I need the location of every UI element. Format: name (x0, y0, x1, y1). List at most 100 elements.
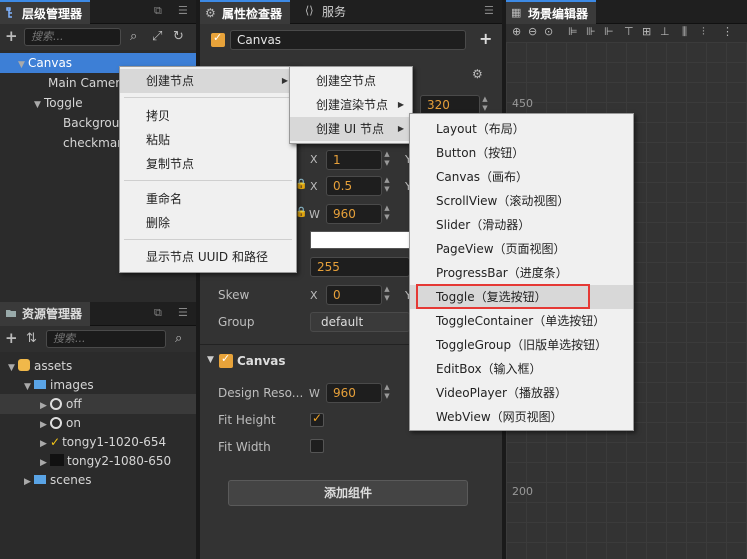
menu-icon[interactable]: ☰ (484, 4, 494, 17)
fit-height-label: Fit Height (218, 413, 276, 427)
asset-tongy2[interactable]: ▶ tongy2-1080-650 (0, 451, 171, 471)
anchor-x-field[interactable]: 0.5 (326, 176, 382, 196)
tree-node-main-camera[interactable]: Main Camera (0, 73, 128, 93)
expand-icon[interactable]: ⤢ (152, 29, 162, 44)
asset-tongy1[interactable]: ▶ ✓ tongy1-1020-654 (0, 432, 166, 452)
distribute-h-icon[interactable]: ⋮ (722, 25, 733, 38)
fit-height-checkbox[interactable] (310, 411, 324, 427)
service-tab-label: 服务 (322, 5, 347, 19)
menu-item-copy[interactable]: 拷贝 (120, 104, 296, 128)
value-320-field[interactable]: 320 (420, 95, 480, 115)
add-icon[interactable]: + (479, 29, 492, 48)
menu-item-create-empty[interactable]: 创建空节点 (290, 69, 412, 93)
scale-x-field[interactable]: 1 (326, 150, 382, 170)
asset-assets[interactable]: ▼ assets (0, 356, 72, 376)
tree-node-background[interactable]: Background (0, 113, 135, 133)
db-icon (18, 359, 30, 371)
tree-node-toggle[interactable]: ▼ Toggle (0, 93, 83, 113)
add-icon[interactable]: + (5, 27, 18, 45)
canvas-component-checkbox[interactable] (219, 352, 233, 368)
inspector-tab-label: 属性检查器 (222, 7, 283, 21)
service-tab[interactable]: ⟨⟩ 服务 (300, 0, 354, 24)
service-icon: ⟨⟩ (305, 4, 314, 17)
inspector-tab[interactable]: ⚙ 属性检查器 (200, 0, 291, 24)
stepper-icon[interactable]: ▲ ▼ (382, 383, 392, 403)
menu-item-scrollview[interactable]: ScrollView（滚动视图） (410, 189, 633, 213)
align-left-icon[interactable]: ⊫ (568, 25, 578, 38)
search-icon[interactable]: ⌕ (175, 331, 182, 346)
align-top-icon[interactable]: ⊤ (624, 25, 634, 38)
asset-scenes[interactable]: ▶ scenes (0, 470, 91, 490)
assets-tab-label: 资源管理器 (22, 307, 83, 321)
skew-x-field[interactable]: 0 (326, 285, 382, 305)
gear-icon[interactable]: ⚙ (472, 67, 483, 81)
menu-item-rename[interactable]: 重命名 (120, 187, 296, 211)
node-name-input[interactable]: Canvas (230, 30, 466, 50)
align-bottom-icon[interactable]: ⊥ (660, 25, 670, 38)
add-component-button[interactable]: 添加组件 (228, 480, 468, 506)
menu-icon[interactable]: ☰ (178, 306, 188, 319)
distribute-icon[interactable]: ⫼ (682, 25, 687, 39)
asset-off[interactable]: ▶ off (0, 394, 196, 414)
zoom-out-icon[interactable]: ⊖ (528, 25, 537, 38)
menu-item-canvas[interactable]: Canvas（画布） (410, 165, 633, 189)
menu-item-editbox[interactable]: EditBox（输入框） (410, 357, 633, 381)
sort-icon[interactable]: ⇅ (26, 331, 37, 346)
stepper-icon[interactable]: ▲ ▼ (382, 176, 392, 196)
stepper-icon[interactable]: ▲ ▼ (382, 204, 392, 224)
skew-label: Skew (218, 288, 250, 302)
highlight-box (416, 284, 590, 309)
fit-width-label: Fit Width (218, 440, 271, 454)
menu-item-layout[interactable]: Layout（布局） (410, 117, 633, 141)
assets-tab[interactable]: 资源管理器 (0, 302, 91, 326)
refresh-icon[interactable]: ↻ (173, 29, 184, 44)
hierarchy-search-input[interactable]: 搜索... (24, 28, 121, 46)
zoom-in-icon[interactable]: ⊕ (512, 25, 521, 38)
menu-item-pageview[interactable]: PageView（页面视图） (410, 237, 633, 261)
align-center-icon[interactable]: ⊪ (586, 25, 596, 38)
maximize-icon[interactable]: ⧉ (154, 4, 162, 18)
hierarchy-tab[interactable]: 层级管理器 (0, 0, 91, 24)
color-swatch[interactable] (310, 231, 410, 249)
group-select[interactable]: default (310, 312, 410, 332)
menu-item-progressbar[interactable]: ProgressBar（进度条） (410, 261, 633, 285)
size-w-field[interactable]: 960 (326, 204, 382, 224)
menu-item-videoplayer[interactable]: VideoPlayer（播放器） (410, 381, 633, 405)
tree-node-checkmark[interactable]: checkmark (0, 133, 129, 153)
menu-item-create-render[interactable]: 创建渲染节点 ▶ (290, 93, 412, 117)
menu-item-button[interactable]: Button（按钮） (410, 141, 633, 165)
add-icon[interactable]: + (5, 329, 18, 347)
menu-icon[interactable]: ☰ (178, 4, 188, 17)
menu-item-slider[interactable]: Slider（滑动器） (410, 213, 633, 237)
align-middle-icon[interactable]: ⊞ (642, 25, 651, 38)
menu-item-create-ui[interactable]: 创建 UI 节点 ▶ (290, 117, 412, 141)
assets-search-input[interactable]: 搜索... (46, 330, 166, 348)
stepper-icon[interactable]: ▲ ▼ (480, 95, 490, 115)
axis-x-label: X (310, 289, 318, 302)
menu-item-duplicate[interactable]: 复制节点 (120, 152, 296, 176)
menu-item-togglecontainer[interactable]: ToggleContainer（单选按钮） (410, 309, 633, 333)
asset-on[interactable]: ▶ on (0, 413, 81, 433)
fit-width-checkbox[interactable] (310, 439, 324, 453)
distribute-v-icon[interactable]: ⫶ (702, 25, 705, 39)
zoom-reset-icon[interactable]: ⊙ (544, 25, 553, 38)
menu-item-webview[interactable]: WebView（网页视图） (410, 405, 633, 429)
image-icon (50, 417, 62, 429)
stepper-icon[interactable]: ▲ ▼ (382, 150, 392, 170)
stepper-icon[interactable]: ▲ ▼ (382, 285, 392, 305)
menu-item-paste[interactable]: 粘贴 (120, 128, 296, 152)
menu-item-show-uuid[interactable]: 显示节点 UUID 和路径 (120, 245, 296, 269)
design-w-field[interactable]: 960 (326, 383, 382, 403)
menu-item-create-node[interactable]: 创建节点 ▶ (120, 69, 296, 93)
node-active-checkbox[interactable] (211, 31, 225, 47)
chevron-down-icon[interactable]: ▼ (207, 355, 214, 365)
maximize-icon[interactable]: ⧉ (154, 306, 162, 320)
opacity-field[interactable]: 255 (310, 257, 410, 277)
create-node-submenu: 创建空节点 创建渲染节点 ▶ 创建 UI 节点 ▶ (289, 66, 413, 144)
asset-images[interactable]: ▼ images (0, 375, 94, 395)
search-icon[interactable]: ⌕ (130, 29, 137, 44)
align-right-icon[interactable]: ⊩ (604, 25, 614, 38)
menu-item-togglegroup[interactable]: ToggleGroup（旧版单选按钮） (410, 333, 633, 357)
menu-item-delete[interactable]: 删除 (120, 211, 296, 235)
scene-tab[interactable]: ▦ 场景编辑器 (506, 0, 597, 24)
